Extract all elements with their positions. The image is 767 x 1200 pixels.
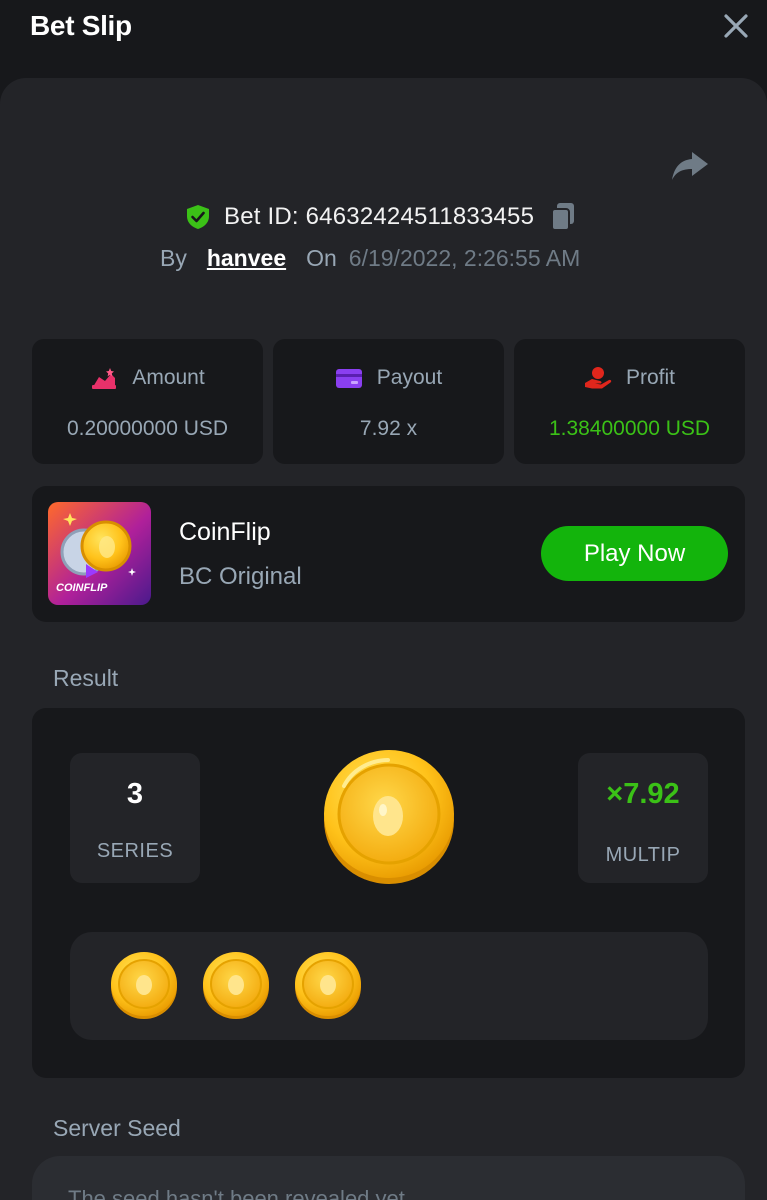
payout-card: Payout 7.92 x	[273, 339, 504, 464]
play-now-button[interactable]: Play Now	[541, 526, 728, 581]
coin-series-row	[70, 932, 708, 1040]
username-link[interactable]: hanvee	[207, 245, 286, 272]
profit-value: 1.38400000 USD	[548, 417, 711, 440]
series-label: SERIES	[96, 840, 174, 862]
close-icon[interactable]	[722, 12, 750, 40]
game-thumbnail[interactable]: COINFLIP	[48, 502, 151, 605]
page-title: Bet Slip	[30, 10, 132, 41]
amount-icon	[92, 368, 117, 389]
server-seed-field[interactable]: The seed hasn't been revealed yet.	[32, 1156, 745, 1200]
server-seed-label: Server Seed	[53, 1115, 181, 1141]
amount-value: 0.20000000 USD	[66, 417, 229, 440]
payout-card-icon	[335, 369, 362, 388]
header-bar: Bet Slip	[0, 0, 767, 56]
share-icon[interactable]	[670, 146, 710, 186]
profit-card: Profit 1.38400000 USD	[514, 339, 745, 464]
result-panel: 3 SERIES ×7.92 MULTIP	[32, 708, 745, 1078]
result-label: Result	[53, 665, 119, 691]
game-name: CoinFlip	[179, 518, 271, 546]
payout-value: 7.92 x	[359, 417, 418, 440]
game-subtitle: BC Original	[179, 563, 302, 590]
bet-id-row: Bet ID: 64632424511833455	[186, 200, 576, 234]
payout-label: Payout	[376, 366, 443, 389]
multiplier-value: ×7.92	[606, 778, 680, 810]
server-seed-text: The seed hasn't been revealed yet.	[68, 1186, 411, 1200]
amount-label: Amount	[132, 366, 205, 389]
amount-card: Amount 0.20000000 USD	[32, 339, 263, 464]
gold-coin-icon	[295, 952, 361, 1019]
gold-coin-icon	[324, 750, 454, 884]
bet-date: 6/19/2022, 2:26:55 AM	[348, 245, 581, 271]
copy-icon[interactable]	[550, 202, 576, 232]
series-box: 3 SERIES	[70, 753, 200, 883]
gold-coin-icon	[111, 952, 177, 1019]
bet-meta-row: By hanvee On 6/19/2022, 2:26:55 AM	[160, 245, 580, 279]
profit-hand-icon	[584, 367, 612, 389]
verified-shield-icon	[187, 205, 209, 229]
bet-id: Bet ID: 64632424511833455	[224, 203, 535, 230]
profit-label: Profit	[625, 366, 675, 389]
multiplier-box: ×7.92 MULTIP	[578, 753, 708, 883]
by-label: By	[160, 245, 187, 271]
on-label: On	[306, 245, 337, 271]
gold-coin-icon	[203, 952, 269, 1019]
thumbnail-label: COINFLIP	[56, 582, 108, 594]
multiplier-label: MULTIP	[605, 844, 681, 866]
series-value: 3	[126, 778, 144, 810]
game-card: COINFLIP CoinFlip BC Original Play Now	[32, 486, 745, 622]
